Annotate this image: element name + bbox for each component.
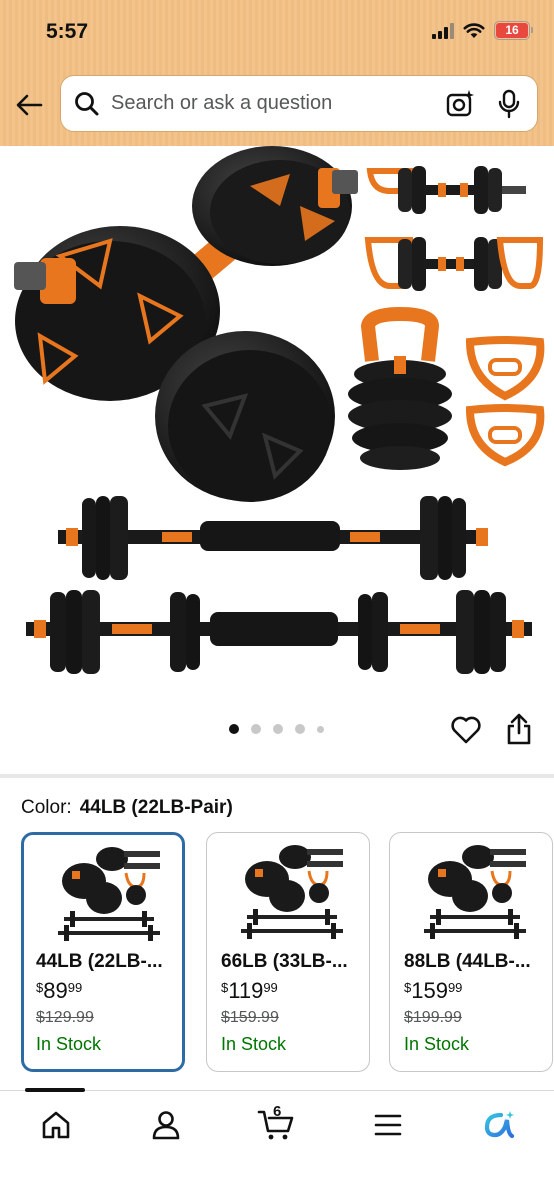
search-bar[interactable]: Search or ask a question [60, 75, 538, 132]
price-whole: 119 [228, 978, 264, 1003]
color-option-card[interactable]: 88LB (44LB-... $15999 $199.99 In Stock [389, 832, 553, 1072]
option-list-price: $199.99 [404, 1009, 462, 1026]
color-selector-header: Color: 44LB (22LB-Pair) [21, 797, 233, 819]
option-title: 44LB (22LB-... [36, 951, 163, 972]
color-option-card[interactable]: 44LB (22LB-... $8999 $129.99 In Stock [21, 832, 185, 1072]
camera-sparkle-icon[interactable] [445, 89, 475, 119]
price-whole: 159 [411, 978, 448, 1003]
kettlebell-dumbbell-1 [366, 166, 526, 214]
microphone-icon[interactable] [497, 89, 521, 119]
active-tab-indicator [25, 1088, 85, 1092]
color-options: 44LB (22LB-... $8999 $129.99 In Stock 66… [21, 832, 554, 1072]
product-gallery[interactable] [0, 146, 554, 776]
arrow-left-icon [16, 94, 43, 116]
color-option-card[interactable]: 66LB (33LB-... $11999 $159.99 In Stock [206, 832, 370, 1072]
share-icon[interactable] [505, 712, 533, 746]
menu-icon [374, 1114, 402, 1136]
option-stock-status: In Stock [221, 1034, 287, 1054]
gallery-dot-2[interactable] [251, 724, 261, 734]
nav-account-button[interactable] [146, 1105, 186, 1145]
status-time: 5:57 [46, 20, 89, 43]
battery-icon: 16 [494, 21, 533, 40]
option-thumbnail [58, 847, 160, 941]
option-title: 88LB (44LB-... [404, 951, 531, 972]
gallery-dot-3[interactable] [273, 724, 283, 734]
price-currency: $ [221, 980, 229, 995]
option-title: 66LB (33LB-... [221, 951, 348, 972]
color-label: Color: [21, 797, 72, 818]
gallery-dot-1[interactable] [229, 724, 239, 734]
option-stock-status: In Stock [404, 1034, 470, 1054]
price-whole: 89 [43, 978, 68, 1003]
nav-home-button[interactable] [36, 1105, 76, 1145]
short-barbell [58, 496, 488, 580]
price-currency: $ [404, 980, 412, 995]
battery-level: 16 [496, 23, 528, 38]
magnifier-icon [75, 91, 99, 115]
wifi-icon [463, 23, 485, 38]
back-button[interactable] [12, 88, 46, 122]
nav-cart-button[interactable]: 6 [256, 1103, 296, 1145]
gallery-dot-5[interactable] [317, 725, 324, 733]
gallery-dot-4[interactable] [295, 724, 305, 734]
app-screen: 5:57 16 Search or ask a question Color: … [0, 0, 554, 1200]
option-price: $11999 [221, 978, 278, 1004]
kettlebell [348, 306, 452, 470]
price-cents: 99 [263, 980, 278, 995]
nav-menu-button[interactable] [368, 1105, 408, 1145]
cellular-signal-icon [432, 22, 454, 39]
price-cents: 99 [447, 980, 463, 995]
section-divider [0, 774, 554, 778]
price-cents: 99 [67, 980, 83, 995]
search-input[interactable]: Search or ask a question [111, 92, 445, 115]
option-list-price: $159.99 [221, 1009, 279, 1026]
gallery-pagination[interactable] [229, 724, 324, 734]
option-thumbnail [424, 845, 526, 939]
option-stock-status: In Stock [36, 1034, 102, 1054]
option-thumbnail [241, 845, 343, 939]
kettlebell-dumbbell-2 [364, 237, 544, 291]
bottom-navigation: 6 [0, 1088, 554, 1200]
price-currency: $ [36, 980, 44, 995]
option-price: $15999 [404, 978, 462, 1004]
heart-outline-icon[interactable] [450, 714, 482, 746]
home-icon [42, 1111, 70, 1139]
person-icon [152, 1111, 180, 1140]
cart-count-badge: 6 [273, 1103, 282, 1120]
product-image[interactable] [0, 146, 554, 706]
status-icons: 16 [432, 21, 533, 40]
rufus-ai-icon [484, 1111, 515, 1139]
option-price: $8999 [36, 978, 82, 1004]
nav-rufus-button[interactable] [478, 1105, 518, 1145]
header: 5:57 16 Search or ask a question [0, 0, 554, 146]
color-selected-value: 44LB (22LB-Pair) [79, 797, 233, 818]
option-list-price: $129.99 [36, 1009, 94, 1026]
long-barbell [26, 590, 532, 674]
